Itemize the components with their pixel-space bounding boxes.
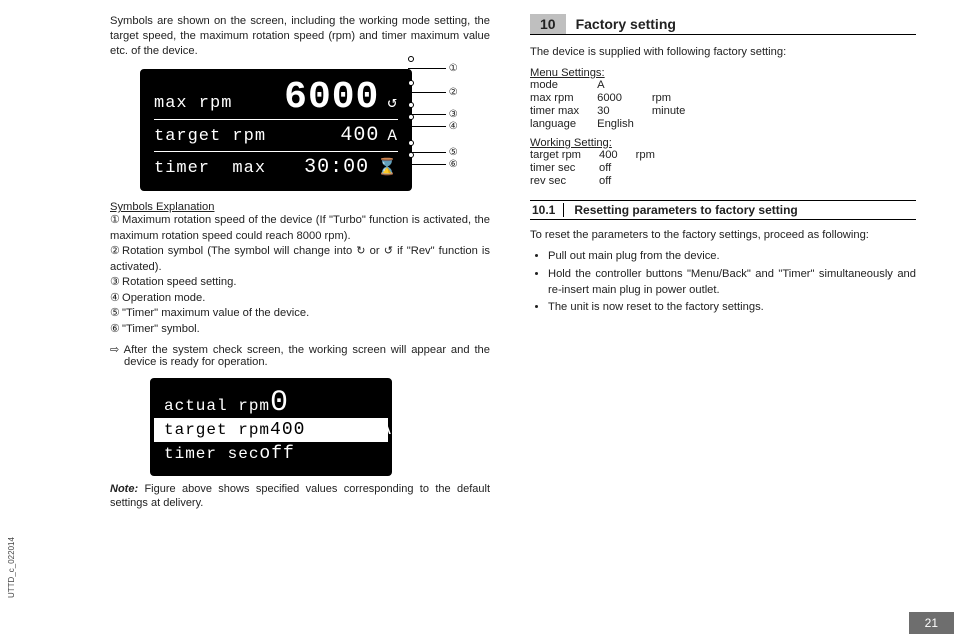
right-column: 10 Factory setting The device is supplie… (530, 14, 916, 517)
sym-4-num: ④ (110, 291, 122, 306)
lcd2-row2-right: A (380, 420, 392, 440)
lcd1-row2-value: 400 (340, 124, 383, 147)
arrow-icon: ⇨ (110, 344, 119, 356)
arrow-text: After the system check screen, the worki… (124, 344, 490, 368)
right-intro: The device is supplied with following fa… (530, 45, 916, 61)
table-row: timer secoff (530, 162, 673, 175)
table-row: target rpm400rpm (530, 149, 673, 162)
table-row: languageEnglish (530, 118, 703, 131)
subsection-intro: To reset the parameters to the factory s… (530, 228, 916, 244)
note-text: Note: Figure above shows specified value… (110, 482, 490, 511)
lcd2-row2-label: target rpm (164, 421, 270, 439)
table-row: timer max30minute (530, 105, 703, 118)
sym-5: "Timer" maximum value of the device. (122, 307, 309, 319)
symbols-explanation: ①Maximum rotation speed of the device (I… (110, 213, 490, 337)
lcd2-row1-value: 0 (270, 390, 289, 416)
timer-icon: ⌛ (373, 157, 398, 177)
subsection-head: 10.1 Resetting parameters to factory set… (530, 200, 916, 220)
subsection-number: 10.1 (530, 203, 564, 217)
table-row: rev secoff (530, 175, 673, 188)
note-body: Figure above shows specified values corr… (110, 483, 490, 509)
callout-5: ⑤ (449, 147, 458, 158)
lcd2-row3-label: timer sec (164, 445, 259, 463)
section-head: 10 Factory setting (530, 14, 916, 35)
note-bold: Note: (110, 483, 138, 495)
subsection-title: Resetting parameters to factory setting (574, 203, 797, 217)
rev-icon-ccw: ↺ (384, 245, 393, 257)
lcd-screen: max rpm 6000 ↺ target rpm 400 A timer ma… (140, 69, 412, 191)
sym-2b: or (366, 245, 384, 257)
menu-settings-table: modeA max rpm6000rpm timer max30minute l… (530, 79, 703, 131)
lcd-figure-1: max rpm 6000 ↺ target rpm 400 A timer ma… (140, 69, 460, 191)
lcd1-row3-value: 30:00 (304, 156, 373, 179)
sym-6-num: ⑥ (110, 322, 122, 337)
lcd1-row1-label: max rpm (154, 94, 232, 113)
list-item: Hold the controller buttons "Menu/Back" … (548, 267, 916, 298)
rotation-icon: ↺ (383, 92, 398, 112)
sym-5-num: ⑤ (110, 306, 122, 321)
sym-4: Operation mode. (122, 292, 205, 304)
lcd1-row1-value: 6000 (284, 81, 383, 115)
lcd1-row3-label: timer max (154, 159, 266, 178)
sym-1-num: ① (110, 213, 122, 228)
rev-icon-cw: ↻ (356, 245, 365, 257)
bullet-list: Pull out main plug from the device. Hold… (530, 249, 916, 316)
section-number: 10 (530, 14, 566, 34)
callout-6: ⑥ (449, 159, 458, 170)
section-title: Factory setting (576, 16, 676, 32)
callout-2: ② (449, 87, 458, 98)
sym-2a: Rotation symbol (The symbol will change … (122, 245, 356, 257)
table-row: max rpm6000rpm (530, 92, 703, 105)
list-item: The unit is now reset to the factory set… (548, 300, 916, 316)
doc-id: UTTD_c_022014 (7, 537, 16, 598)
callout-3: ③ (449, 109, 458, 120)
working-settings-head: Working Setting: (530, 137, 916, 149)
sym-6: "Timer" symbol. (122, 323, 200, 335)
lcd2-row2-value: 400 (270, 420, 305, 440)
working-settings-table: target rpm400rpm timer secoff rev secoff (530, 149, 673, 188)
left-column: Symbols are shown on the screen, includi… (110, 14, 490, 517)
lcd2-row3-value: off (259, 444, 294, 464)
callout-4: ④ (449, 121, 458, 132)
table-row: modeA (530, 79, 703, 92)
sym-3-num: ③ (110, 275, 122, 290)
symbols-explanation-head: Symbols Explanation (110, 201, 490, 213)
list-item: Pull out main plug from the device. (548, 249, 916, 265)
sym-3: Rotation speed setting. (122, 276, 236, 288)
lcd1-row2-label: target rpm (154, 127, 266, 146)
lcd2-row1-label: actual rpm (164, 397, 270, 415)
sym-1: Maximum rotation speed of the device (If… (110, 214, 490, 241)
sym-2-num: ② (110, 244, 122, 259)
menu-settings-head: Menu Settings: (530, 67, 916, 79)
lcd1-row2-right: A (383, 127, 398, 145)
intro-text: Symbols are shown on the screen, includi… (110, 14, 490, 59)
callout-1: ① (449, 63, 458, 74)
lcd-figure-2: actual rpm 0 target rpm 400 A timer sec … (150, 378, 392, 476)
page-number: 21 (909, 612, 954, 634)
